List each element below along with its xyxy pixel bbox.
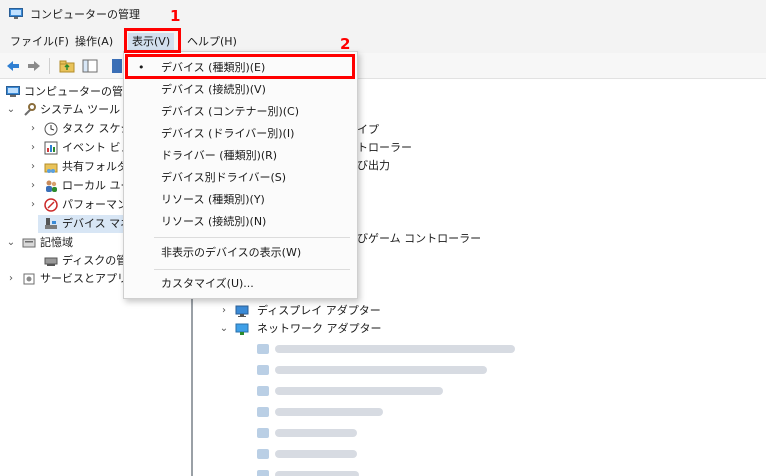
device-category-fragment[interactable]: トローラー <box>357 139 412 157</box>
shared-folder-icon <box>44 163 58 173</box>
menu-item-show-hidden-devices[interactable]: 非表示のデバイスの表示(W) <box>124 242 357 264</box>
network-adapter-icon <box>235 323 249 335</box>
menu-help[interactable]: ヘルプ(H) <box>187 34 237 50</box>
chevron-down-icon[interactable]: ⌄ <box>219 320 229 338</box>
monitor-icon <box>235 305 249 317</box>
device-category-fragment[interactable]: イプ <box>357 121 379 139</box>
chevron-right-icon[interactable]: › <box>28 177 38 195</box>
back-arrow-icon[interactable] <box>5 58 21 74</box>
chevron-right-icon[interactable]: › <box>28 120 38 138</box>
menu-item-label: デバイス (コンテナー別)(C) <box>161 105 300 118</box>
tree-label: 共有フォルダ <box>62 160 128 173</box>
tree-label: ディスプレイ アダプター <box>257 304 381 317</box>
up-folder-icon[interactable] <box>59 58 75 74</box>
menu-separator <box>154 269 350 270</box>
menu-item-devices-by-driver[interactable]: デバイス (ドライバー別)(I) <box>124 123 357 145</box>
menu-item-resources-by-connection[interactable]: リソース (接続別)(N) <box>124 211 357 233</box>
services-icon <box>23 273 35 285</box>
menu-separator <box>154 237 350 238</box>
menu-item-label: リソース (種類別)(Y) <box>161 193 265 206</box>
tree-label: デバイス マネ <box>62 217 132 230</box>
network-adapter-item-icon <box>257 386 269 396</box>
annotation-step-1: 1 <box>170 7 181 25</box>
network-adapter-item-icon <box>257 428 269 438</box>
view-dropdown-menu: • デバイス (種類別)(E) デバイス (接続別)(V) デバイス (コンテナ… <box>123 51 358 299</box>
toolbar-partial-icon[interactable] <box>112 59 122 73</box>
network-adapter-item-redacted[interactable] <box>275 450 357 458</box>
clock-icon <box>44 122 58 136</box>
annotation-box-devices-by-type <box>125 54 355 79</box>
chevron-down-icon[interactable]: ⌄ <box>6 101 16 119</box>
users-icon <box>46 180 57 192</box>
chevron-right-icon[interactable]: › <box>28 158 38 176</box>
window-title: コンピューターの管理 <box>30 8 140 21</box>
menu-bar: ファイル(F) 操作(A) 表示(V) ヘルプ(H) <box>0 30 766 53</box>
tools-icon <box>24 103 36 116</box>
chevron-right-icon[interactable]: › <box>28 196 38 214</box>
computer-management-icon <box>6 86 20 97</box>
menu-action[interactable]: 操作(A) <box>75 34 113 50</box>
menu-item-drivers-by-type[interactable]: ドライバー (種類別)(R) <box>124 145 357 167</box>
tree-label: ローカル ユー <box>62 179 132 192</box>
chevron-right-icon[interactable]: › <box>28 139 38 157</box>
tree-label: タスク スケジ <box>62 122 132 135</box>
menu-item-drivers-by-device[interactable]: デバイス別ドライバー(S) <box>124 167 357 189</box>
network-adapter-item-redacted[interactable] <box>275 387 443 395</box>
menu-item-label: 非表示のデバイスの表示(W) <box>161 246 302 259</box>
toolbar <box>0 53 766 79</box>
tree-label: コンピューターの管理 <box>24 85 134 98</box>
menu-item-label: リソース (接続別)(N) <box>161 215 267 228</box>
forward-arrow-icon[interactable] <box>26 58 42 74</box>
disk-icon <box>44 257 58 266</box>
network-adapter-item-redacted[interactable] <box>275 345 515 353</box>
network-adapter-item-icon <box>257 470 269 476</box>
title-bar: コンピューターの管理 <box>0 0 766 30</box>
device-manager-icon <box>45 218 57 229</box>
performance-icon <box>44 198 58 212</box>
network-adapter-item-icon <box>257 365 269 375</box>
network-adapter-item-redacted[interactable] <box>275 366 487 374</box>
network-adapter-item-icon <box>257 407 269 417</box>
toolbar-separator <box>49 58 50 74</box>
chevron-down-icon[interactable]: ⌄ <box>6 234 16 252</box>
network-adapter-item-redacted[interactable] <box>275 429 357 437</box>
computer-management-icon <box>9 8 23 19</box>
event-viewer-icon <box>44 141 58 155</box>
menu-item-devices-by-container[interactable]: デバイス (コンテナー別)(C) <box>124 101 357 123</box>
storage-icon <box>22 238 36 248</box>
show-hide-tree-icon[interactable] <box>82 58 98 74</box>
menu-item-resources-by-type[interactable]: リソース (種類別)(Y) <box>124 189 357 211</box>
tree-label: 記憶域 <box>40 236 73 249</box>
tree-label: ネットワーク アダプター <box>257 322 382 335</box>
menu-item-label: ドライバー (種類別)(R) <box>161 149 278 162</box>
device-category-fragment[interactable]: びゲーム コントローラー <box>357 230 481 248</box>
menu-item-label: デバイス (接続別)(V) <box>161 83 266 96</box>
menu-item-label: カスタマイズ(U)... <box>161 277 254 290</box>
annotation-box-view-menu <box>124 28 181 53</box>
menu-item-label: デバイス別ドライバー(S) <box>161 171 287 184</box>
menu-item-label: デバイス (ドライバー別)(I) <box>161 127 295 140</box>
menu-file[interactable]: ファイル(F) <box>10 34 69 50</box>
category-display-adapters[interactable]: › ディスプレイ アダプター <box>219 302 519 320</box>
network-adapter-item-icon <box>257 344 269 354</box>
annotation-step-2: 2 <box>340 35 351 53</box>
network-adapter-item-redacted[interactable] <box>275 471 359 476</box>
menu-item-customize[interactable]: カスタマイズ(U)... <box>124 273 357 295</box>
menu-item-devices-by-connection[interactable]: デバイス (接続別)(V) <box>124 79 357 101</box>
chevron-right-icon[interactable]: › <box>6 270 16 288</box>
network-adapter-item-redacted[interactable] <box>275 408 383 416</box>
chevron-right-icon[interactable]: › <box>219 302 229 320</box>
network-adapter-item-icon <box>257 449 269 459</box>
category-network-adapters[interactable]: ⌄ ネットワーク アダプター <box>219 320 519 338</box>
device-category-fragment[interactable]: び出力 <box>357 157 390 175</box>
tree-label: システム ツール <box>40 103 121 116</box>
